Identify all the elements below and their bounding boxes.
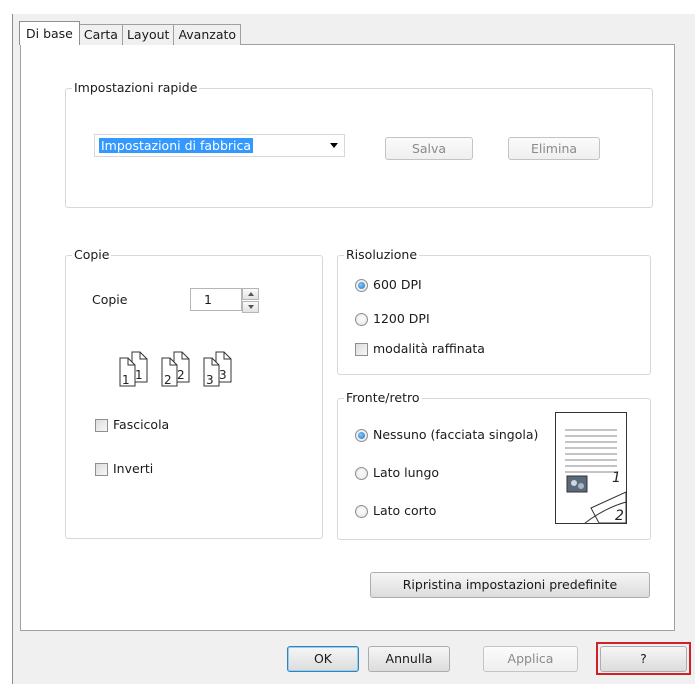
quick-settings-legend: Impostazioni rapide (72, 80, 200, 96)
radio-600-dpi[interactable] (355, 279, 368, 292)
refined-mode-checkbox[interactable] (355, 343, 368, 356)
copies-count-input[interactable]: 1 (190, 288, 242, 311)
duplex-preview-icon: 1 2 (555, 412, 627, 524)
restore-defaults-button[interactable]: Ripristina impostazioni predefinite (370, 572, 650, 598)
radio-1200-dpi[interactable] (355, 313, 368, 326)
radio-duplex-none[interactable] (355, 429, 368, 442)
collate-number: 3 (219, 368, 227, 382)
reverse-checkbox[interactable] (95, 463, 108, 476)
collate-checkbox[interactable] (95, 419, 108, 432)
resolution-legend: Risoluzione (344, 247, 420, 263)
quick-settings-dropdown[interactable]: Impostazioni di fabbrica (94, 134, 345, 157)
copies-legend: Copie (72, 247, 112, 263)
radio-duplex-long-edge-label: Lato lungo (373, 465, 440, 480)
radio-1200-dpi-label: 1200 DPI (373, 311, 430, 326)
refined-mode-label: modalità raffinata (373, 341, 485, 356)
help-button-highlight (596, 642, 691, 675)
radio-600-dpi-label: 600 DPI (373, 277, 422, 292)
stepper-up-icon[interactable] (242, 288, 259, 300)
collate-number: 2 (164, 373, 172, 387)
ok-button[interactable]: OK (287, 646, 359, 672)
quick-settings-selected: Impostazioni di fabbrica (99, 138, 254, 153)
collate-number: 2 (177, 368, 185, 382)
tab-di-base[interactable]: Di base (19, 21, 80, 45)
reverse-label: Inverti (113, 461, 154, 476)
tab-strip: Di base Carta Layout Avanzato (19, 21, 242, 45)
chevron-down-icon[interactable] (330, 143, 338, 148)
apply-button[interactable]: Applica (483, 646, 578, 672)
tab-layout[interactable]: Layout (121, 24, 175, 45)
collate-number: 3 (206, 373, 214, 387)
collate-label: Fascicola (113, 417, 170, 432)
copies-label: Copie (92, 292, 128, 307)
radio-duplex-long-edge[interactable] (355, 467, 368, 480)
collate-number: 1 (135, 368, 143, 382)
tab-carta[interactable]: Carta (78, 24, 123, 45)
collate-pages-icon: 1 1 2 2 3 3 (119, 351, 232, 387)
tab-avanzato[interactable]: Avanzato (173, 24, 242, 45)
radio-duplex-none-label: Nessuno (facciata singola) (373, 427, 539, 442)
collate-number: 1 (122, 373, 130, 387)
copies-stepper[interactable] (242, 288, 259, 313)
save-button[interactable]: Salva (385, 137, 473, 160)
duplex-page-number: 2 (615, 508, 624, 524)
stepper-down-icon[interactable] (242, 301, 259, 313)
delete-button[interactable]: Elimina (508, 137, 600, 160)
radio-duplex-short-edge-label: Lato corto (373, 503, 437, 518)
duplex-legend: Fronte/retro (344, 390, 422, 406)
copies-count-value: 1 (204, 292, 212, 307)
duplex-page-number: 1 (612, 470, 621, 486)
radio-duplex-short-edge[interactable] (355, 505, 368, 518)
cancel-button[interactable]: Annulla (368, 646, 450, 672)
